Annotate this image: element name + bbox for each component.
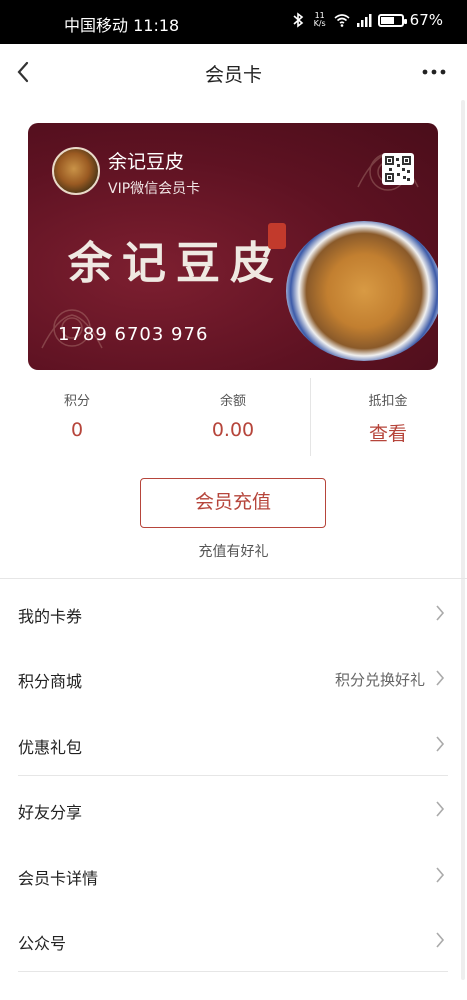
menu-item-card-details[interactable]: 会员卡详情 — [0, 842, 467, 907]
chevron-right-icon — [436, 867, 445, 883]
menu-item-share-friends[interactable]: 好友分享 — [0, 776, 467, 841]
battery-fill — [380, 16, 395, 24]
menu-item-points-mall[interactable]: 积分商城 积分兑换好礼 — [0, 645, 467, 710]
divider — [310, 378, 311, 456]
recharge-subtitle: 充值有好礼 — [198, 544, 269, 560]
network-speed-unit: K/s — [313, 19, 326, 28]
store-avatar — [52, 147, 100, 195]
network-speed: 11 K/s — [312, 12, 328, 28]
qr-code-icon[interactable] — [382, 153, 414, 185]
food-dish-image — [286, 221, 438, 361]
stat-points[interactable]: 积分 0 — [2, 378, 152, 441]
stat-balance[interactable]: 余额 0.00 — [158, 378, 308, 441]
battery-icon — [377, 13, 407, 27]
chevron-right-icon — [436, 605, 445, 621]
menu-item-gift-packs[interactable]: 优惠礼包 — [0, 711, 467, 776]
status-icons: 11 K/s 67% — [290, 11, 443, 29]
stat-label: 积分 — [63, 394, 90, 409]
card-level: VIP微信会员卡 — [108, 181, 201, 197]
navigation-bar: 会员卡 — [0, 44, 467, 100]
battery-percent: 67% — [409, 11, 443, 29]
chevron-right-icon — [436, 736, 445, 752]
menu-item-label: 会员卡详情 — [18, 869, 99, 888]
wifi-icon — [334, 14, 350, 27]
membership-card[interactable]: 余记豆皮 VIP微信会员卡 余记豆皮 1789 6703 976 — [28, 123, 438, 370]
stat-deduction[interactable]: 抵扣金 查看 — [313, 378, 463, 446]
menu-item-label: 优惠礼包 — [18, 738, 83, 757]
page-title: 会员卡 — [204, 64, 262, 86]
card-brand-name: 余记豆皮 — [108, 151, 185, 173]
stat-value: 0.00 — [211, 419, 255, 441]
menu-item-label: 好友分享 — [18, 803, 83, 822]
menu-item-label: 积分商城 — [18, 672, 83, 691]
menu-item-my-coupons[interactable]: 我的卡券 — [0, 580, 467, 645]
divider — [0, 578, 467, 579]
chevron-right-icon — [436, 932, 445, 948]
chevron-right-icon — [436, 801, 445, 817]
menu-item-hint: 积分兑换好礼 — [334, 671, 425, 689]
recharge-button[interactable]: 会员充值 — [140, 478, 326, 528]
bluetooth-icon — [293, 12, 303, 28]
menu-item-label: 公众号 — [18, 934, 67, 953]
signal-icon — [356, 14, 372, 27]
chevron-right-icon — [436, 670, 445, 686]
status-bar: 中国移动 11:18 11 K/s 67% — [0, 0, 467, 44]
more-options-icon[interactable] — [421, 60, 447, 84]
stat-label: 抵扣金 — [368, 394, 408, 409]
stat-value: 0 — [70, 419, 84, 441]
stat-label: 余额 — [219, 394, 246, 409]
divider — [18, 971, 448, 972]
menu-item-official-account[interactable]: 公众号 — [0, 907, 467, 972]
stats-row: 积分 0 余额 0.00 抵扣金 查看 — [0, 378, 467, 458]
red-seal-icon — [268, 223, 286, 249]
menu-item-label: 我的卡券 — [18, 607, 83, 626]
carrier-time: 中国移动 11:18 — [64, 16, 180, 35]
stat-view-link[interactable]: 查看 — [313, 419, 463, 446]
card-calligraphy-title: 余记豆皮 — [68, 238, 284, 289]
card-number: 1789 6703 976 — [58, 324, 209, 345]
